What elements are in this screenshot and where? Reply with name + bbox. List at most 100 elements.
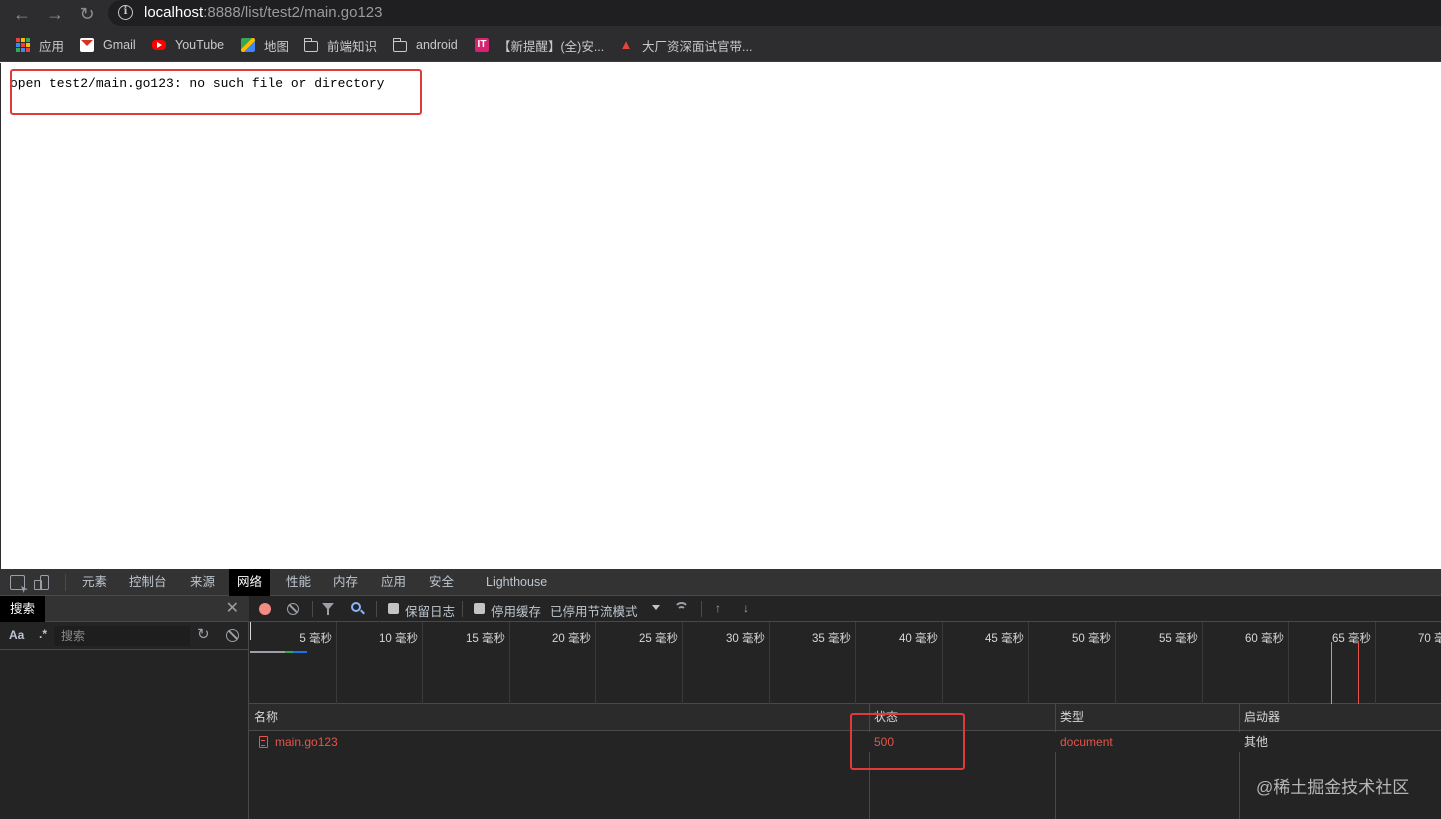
- bookmark-label: 应用: [39, 39, 65, 54]
- timeline-start-marker: [250, 622, 251, 640]
- reload-icon[interactable]: ↻: [76, 3, 98, 25]
- search-pane-title[interactable]: 搜索: [0, 596, 46, 622]
- requests-table: 名称 状态 类型 启动器 main.go123 500 document 其他: [249, 704, 1441, 819]
- device-toolbar-icon[interactable]: [34, 575, 49, 590]
- timeline-gridline: [769, 622, 770, 704]
- bookmark-apps[interactable]: 应用: [16, 36, 64, 54]
- timeline-gridline: [595, 622, 596, 704]
- refresh-icon[interactable]: ↻: [197, 627, 210, 643]
- toolbar-divider: [312, 601, 313, 617]
- network-toolbar: 保留日志 停用缓存 已停用节流模式 ↑ ↓: [249, 596, 1441, 622]
- clear-icon[interactable]: [226, 629, 239, 642]
- timeline-tick-label: 30 毫秒: [726, 633, 765, 645]
- timeline-gridline: [1375, 622, 1376, 704]
- bookmark-label: android: [416, 38, 458, 52]
- timeline-gridline: [1115, 622, 1116, 704]
- bookmarks-bar: 应用 Gmail YouTube 地图 前端知识 android IT 【新提醒…: [0, 28, 1441, 62]
- column-header-initiator[interactable]: 启动器: [1239, 704, 1441, 731]
- youtube-icon: [152, 40, 166, 50]
- bookmark-label: 地图: [264, 39, 290, 54]
- bookmark-label: Gmail: [103, 38, 136, 52]
- tab-memory[interactable]: 内存: [325, 569, 366, 596]
- disable-cache-label: 停用缓存: [491, 605, 542, 619]
- timeline-gridline: [1202, 622, 1203, 704]
- timeline-tick-label: 15 毫秒: [466, 633, 505, 645]
- status-highlight-box: [850, 713, 965, 770]
- match-case-toggle[interactable]: Aa: [9, 628, 24, 642]
- bookmark-android-folder[interactable]: android: [392, 36, 458, 54]
- tab-elements[interactable]: 元素: [74, 569, 115, 596]
- export-har-icon[interactable]: ↓: [741, 602, 751, 614]
- error-highlight-box: [10, 69, 422, 115]
- search-icon[interactable]: [351, 602, 361, 612]
- chevron-down-icon[interactable]: [652, 605, 660, 610]
- column-header-type[interactable]: 类型: [1055, 704, 1239, 731]
- clear-log-icon[interactable]: [287, 603, 299, 615]
- column-header-name[interactable]: 名称: [249, 704, 869, 731]
- timeline-tick-label: 60 毫秒: [1245, 633, 1284, 645]
- tab-security[interactable]: 安全: [421, 569, 462, 596]
- bookmark-label: YouTube: [175, 38, 225, 52]
- bookmark-interview[interactable]: ▲ 大厂资深面试官带...: [619, 36, 753, 54]
- apps-grid-icon: [16, 38, 30, 52]
- timeline-gridline: [336, 622, 337, 704]
- inspect-element-icon[interactable]: [10, 575, 25, 590]
- search-row: Aa .* ↻: [0, 622, 249, 650]
- tab-performance[interactable]: 性能: [278, 569, 319, 596]
- record-icon[interactable]: [259, 603, 271, 615]
- request-type: document: [1060, 735, 1113, 749]
- address-bar[interactable]: i localhost:8888/list/test2/main.go123: [108, 0, 1441, 26]
- disable-cache-checkbox[interactable]: [474, 603, 485, 614]
- table-row[interactable]: main.go123 500 document 其他: [249, 732, 1441, 752]
- devtools-tab-bar: 元素 控制台 来源 网络 性能 内存 应用 安全 Lighthouse: [0, 569, 1441, 596]
- import-har-icon[interactable]: ↑: [713, 602, 723, 614]
- bookmark-maps[interactable]: 地图: [241, 36, 289, 54]
- watermark: @稀土掘金技术社区: [1256, 778, 1410, 797]
- bookmark-reminder[interactable]: IT 【新提醒】(全)安...: [475, 36, 604, 54]
- timeline-tick-label: 10 毫秒: [379, 633, 418, 645]
- document-icon: [259, 736, 268, 748]
- timeline-event-marker: [1358, 642, 1359, 704]
- search-pane: 搜索 ✕ Aa .* ↻: [0, 596, 249, 819]
- tab-console[interactable]: 控制台: [121, 569, 175, 596]
- timeline-request-bar: [293, 651, 307, 653]
- maps-icon: [241, 38, 255, 52]
- column-divider[interactable]: [1055, 704, 1056, 819]
- forward-icon[interactable]: →: [44, 3, 66, 25]
- toolbar-divider: [462, 601, 463, 617]
- timeline-gridline: [422, 622, 423, 704]
- preserve-log-checkbox[interactable]: [388, 603, 399, 614]
- tab-application[interactable]: 应用: [373, 569, 414, 596]
- filter-icon[interactable]: [322, 603, 334, 615]
- request-initiator[interactable]: 其他: [1239, 732, 1268, 752]
- tab-lighthouse[interactable]: Lighthouse: [478, 569, 555, 596]
- timeline-request-bar: [285, 651, 293, 653]
- regex-toggle[interactable]: .*: [39, 627, 47, 641]
- timeline-event-marker: [1331, 642, 1332, 704]
- network-conditions-icon[interactable]: [674, 602, 689, 614]
- close-icon[interactable]: ✕: [226, 599, 239, 619]
- network-overview-timeline[interactable]: 5 毫秒 10 毫秒 15 毫秒 20 毫秒 25 毫秒 30 毫秒 35 毫秒 40 毫秒 4…: [249, 622, 1441, 704]
- bookmark-youtube[interactable]: YouTube: [152, 36, 224, 54]
- search-pane-header: 搜索 ✕: [0, 596, 249, 622]
- browser-toolbar: ← → ↻ i localhost:8888/list/test2/main.g…: [0, 0, 1441, 28]
- tab-sources[interactable]: 来源: [182, 569, 223, 596]
- column-divider[interactable]: [1239, 704, 1240, 819]
- site-info-icon[interactable]: i: [118, 5, 133, 20]
- url-path: :8888/list/test2/main.go123: [203, 4, 383, 21]
- bookmark-frontend-folder[interactable]: 前端知识: [303, 36, 377, 54]
- toolbar-divider: [376, 601, 377, 617]
- request-name[interactable]: main.go123: [270, 732, 338, 752]
- it-badge-icon: IT: [475, 38, 489, 52]
- back-icon[interactable]: ←: [11, 3, 33, 25]
- toolbar-divider: [65, 574, 66, 591]
- timeline-tick-label: 65 毫秒: [1332, 633, 1371, 645]
- tab-network[interactable]: 网络: [229, 569, 271, 596]
- bookmark-gmail[interactable]: Gmail: [80, 36, 136, 54]
- folder-icon: [303, 37, 318, 52]
- timeline-tick-label: 20 毫秒: [552, 633, 591, 645]
- url-text[interactable]: localhost:8888/list/test2/main.go123: [144, 4, 383, 21]
- search-input[interactable]: [54, 626, 190, 646]
- throttling-select[interactable]: 已停用节流模式: [550, 601, 638, 620]
- timeline-tick-label: 70 毫秒: [1418, 633, 1441, 645]
